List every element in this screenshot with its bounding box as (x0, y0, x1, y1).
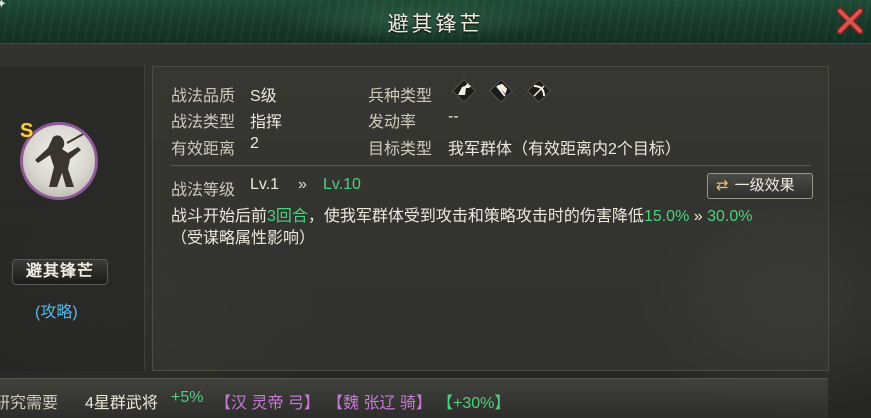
desc-value-to: 30.0% (707, 208, 753, 225)
quality-value: S级 (250, 88, 277, 105)
rate-label: 发动率 (368, 114, 417, 131)
level-label: 战法等级 (171, 182, 236, 199)
swap-arrows-icon: ⇄ (716, 177, 729, 194)
requirement-han-lingdi[interactable]: 【汉 灵帝 弓】 (215, 389, 320, 413)
shield-icon (488, 78, 514, 104)
type-label: 战法类型 (171, 114, 236, 131)
requirement-bonus-5: +5% (171, 389, 204, 406)
desc-arrow: » (693, 208, 703, 225)
close-button[interactable] (835, 6, 865, 36)
requirement-wei-zhangliao[interactable]: 【魏 张辽 骑】 (327, 389, 432, 413)
bow-icon (526, 78, 552, 104)
effect-button-label: 一级效果 (734, 177, 795, 194)
target-label: 目标类型 (368, 141, 433, 158)
level-to: Lv.10 (323, 176, 361, 193)
first-level-effect-button[interactable]: ⇄ 一级效果 (707, 173, 813, 199)
desc-value-from: 15.0% (643, 208, 690, 225)
warrior-silhouette-icon (35, 132, 86, 187)
research-label: 研究需要 (0, 395, 59, 412)
desc-part2: ，使我军群体受到攻击和策略攻击时的伤害降低 (307, 208, 644, 225)
desc-turns: 3回合 (267, 208, 308, 225)
rate-value: -- (448, 108, 459, 125)
desc-part1: 战斗开始后前 (171, 208, 268, 225)
tactic-type-link[interactable]: (攻略) (35, 298, 78, 322)
tactic-detail-panel: 战法品质 S级 战法类型 指挥 有效距离 2 兵种类型 发动率 -- 目标类型 … (152, 66, 829, 371)
title-bar: ✦ 避其锋芒 (0, 0, 871, 44)
tactic-name-plate: 避其锋芒 (12, 259, 108, 285)
requirement-bonus-30: 【+30%】 (437, 395, 511, 412)
level-arrow: » (298, 176, 307, 193)
troop-label: 兵种类型 (368, 88, 433, 105)
research-requirement-bar: 研究需要 4星群武将 +5% 【汉 灵帝 弓】 【魏 张辽 骑】 【+30%】 (0, 378, 828, 418)
requirement-general-stars: 4星群武将 (85, 395, 158, 412)
close-x-icon (836, 7, 864, 35)
range-label: 有效距离 (171, 141, 236, 158)
tactic-card: S 避其锋芒 (攻略) (0, 66, 145, 371)
range-value: 2 (250, 135, 259, 152)
desc-note: （受谋略属性影响） (171, 230, 316, 247)
section-divider (171, 165, 811, 166)
tactic-description: 战斗开始后前3回合，使我军群体受到攻击和策略攻击时的伤害降低15.0% » 30… (171, 206, 811, 250)
target-value: 我军群体（有效距离内2个目标） (448, 141, 681, 158)
level-from: Lv.1 (250, 176, 280, 193)
quality-badge: S (20, 120, 34, 142)
page-title: 避其锋芒 (387, 12, 484, 36)
type-value: 指挥 (250, 114, 283, 131)
quality-label: 战法品质 (171, 88, 236, 105)
cavalry-icon (451, 78, 477, 104)
